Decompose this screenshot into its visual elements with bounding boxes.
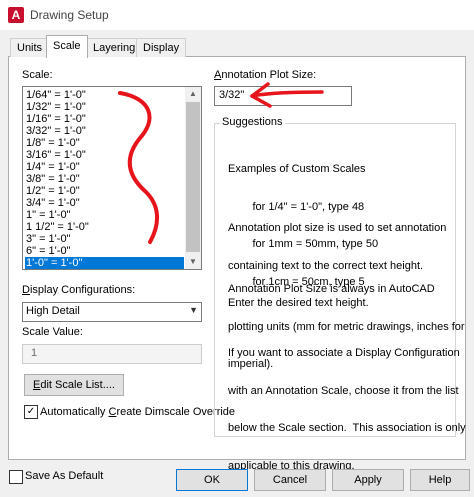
- display-config-label: Display Configurations:: [22, 284, 136, 296]
- help-button[interactable]: Help: [410, 469, 470, 491]
- scale-list-scrollbar[interactable]: ▲ ▼: [185, 87, 201, 269]
- scale-list-item[interactable]: 1/64" = 1'-0": [25, 89, 86, 101]
- scale-list-item[interactable]: 1'-0" = 1'-0": [25, 257, 184, 269]
- scale-list-item[interactable]: 1/16" = 1'-0": [25, 113, 86, 125]
- dimscale-label: Automatically Create Dimscale Override: [40, 406, 236, 418]
- tab-layering[interactable]: Layering: [86, 38, 143, 57]
- annotation-plot-size-label: Annotation Plot Size:: [214, 69, 317, 81]
- suggestions-display-config: If you want to associate a Display Confi…: [228, 322, 466, 485]
- scale-value-text: 1: [31, 347, 38, 359]
- tab-display[interactable]: Display: [136, 38, 187, 57]
- cancel-button[interactable]: Cancel: [254, 469, 326, 491]
- scale-label: Scale:: [22, 69, 53, 81]
- scale-list-item[interactable]: 6" = 1'-0": [25, 245, 70, 257]
- chevron-down-icon[interactable]: ▼: [189, 305, 198, 315]
- scroll-thumb[interactable]: [186, 102, 200, 252]
- suggestion-line: below the Scale section. This associatio…: [228, 422, 466, 434]
- tab-scale[interactable]: Scale: [46, 35, 88, 58]
- scale-list-item[interactable]: 3" = 1'-0": [25, 233, 70, 245]
- scale-list-item[interactable]: 1/8" = 1'-0": [25, 137, 80, 149]
- scroll-up-icon[interactable]: ▲: [185, 87, 201, 101]
- edit-scale-list-button[interactable]: Edit Scale List....: [24, 374, 124, 396]
- scale-list-item[interactable]: 3/32" = 1'-0": [25, 125, 86, 137]
- scale-list-item[interactable]: 1/4" = 1'-0": [25, 161, 80, 173]
- suggestion-line: Annotation plot size is used to set anno…: [228, 222, 447, 234]
- annotation-plot-size-value: 3/32": [219, 89, 245, 101]
- scale-list-item[interactable]: 1/2" = 1'-0": [25, 185, 80, 197]
- scale-list[interactable]: 1/64" = 1'-0" 1/32" = 1'-0" 1/16" = 1'-0" 3…: [22, 86, 202, 270]
- save-as-default-label: Save As Default: [25, 470, 104, 482]
- apply-button[interactable]: Apply: [332, 469, 404, 491]
- scroll-down-icon[interactable]: ▼: [185, 255, 201, 269]
- scale-list-item[interactable]: 1/32" = 1'-0": [25, 101, 86, 113]
- scale-value-input[interactable]: 1: [22, 344, 202, 364]
- display-config-value: High Detail: [26, 305, 80, 317]
- scale-list-item[interactable]: 1" = 1'-0": [25, 209, 70, 221]
- ok-button[interactable]: OK: [176, 469, 248, 491]
- suggestion-line: with an Annotation Scale, choose it from…: [228, 384, 459, 397]
- scale-list-item[interactable]: 3/8" = 1'-0": [25, 173, 80, 185]
- suggestions-title: Suggestions: [220, 116, 285, 128]
- save-as-default-checkbox[interactable]: [9, 470, 23, 484]
- tab-units[interactable]: Units: [10, 38, 50, 57]
- scale-list-item[interactable]: 1 1/2" = 1'-0": [25, 221, 89, 233]
- scale-value-label: Scale Value:: [22, 326, 83, 338]
- suggestion-line: Annotation Plot Size is always in AutoCA…: [228, 283, 435, 295]
- window-title: Drawing Setup: [30, 8, 109, 22]
- suggestion-line: If you want to associate a Display Confi…: [228, 347, 460, 359]
- check-icon: ✓: [26, 406, 36, 417]
- dimscale-checkbox[interactable]: ✓: [24, 405, 38, 419]
- autocad-app-icon: A: [8, 7, 24, 23]
- suggestion-line: Examples of Custom Scales: [228, 163, 366, 175]
- annotation-plot-size-input[interactable]: 3/32": [214, 86, 352, 106]
- display-config-select[interactable]: High Detail ▼: [22, 302, 202, 322]
- scale-list-item[interactable]: 3/16" = 1'-0": [25, 149, 86, 161]
- scale-list-item[interactable]: 3/4" = 1'-0": [25, 197, 80, 209]
